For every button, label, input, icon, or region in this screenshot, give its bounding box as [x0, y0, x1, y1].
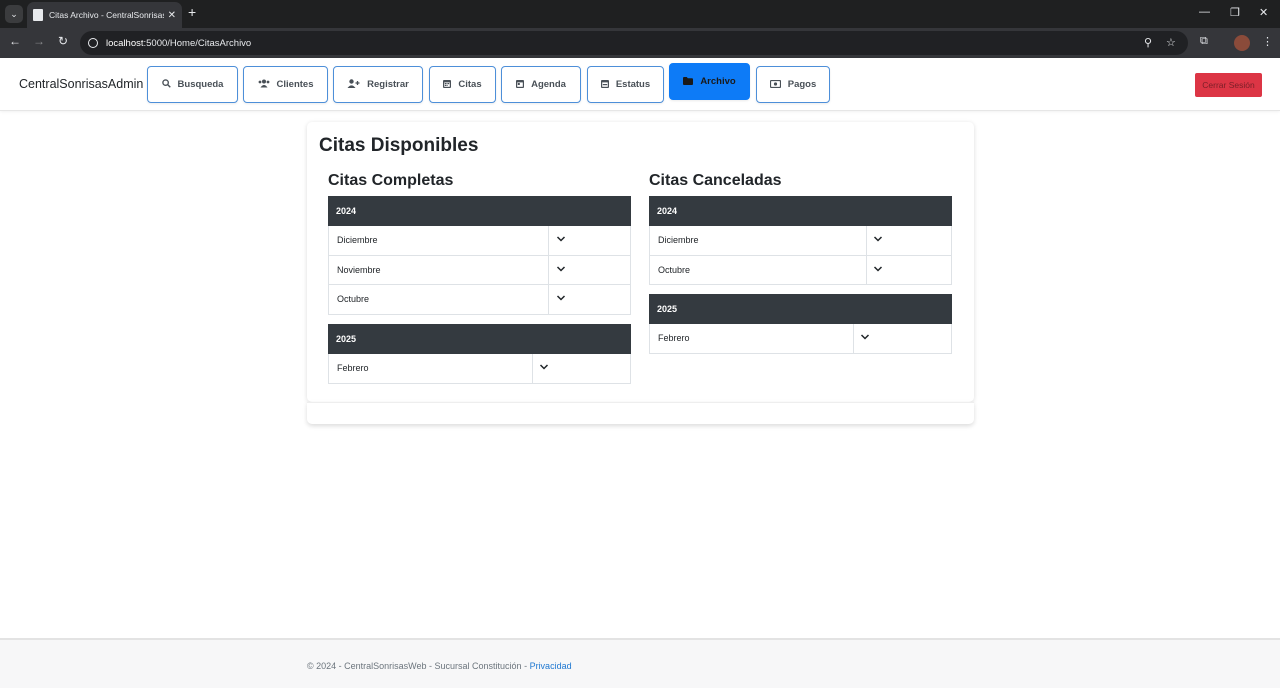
restore-icon[interactable]: ❐ — [1230, 6, 1240, 19]
extensions-icon[interactable]: ⧉ — [1200, 35, 1208, 48]
back-icon[interactable]: ← — [9, 34, 21, 48]
browser-tab[interactable]: Citas Archivo - CentralSonrisasWeb ✕ — [27, 2, 182, 28]
month-row[interactable]: Octubre — [649, 255, 952, 285]
users-icon — [258, 79, 270, 90]
month-label: Febrero — [658, 333, 690, 344]
logout-button[interactable]: Cerrar Sesión — [1195, 73, 1262, 97]
chevron-down-icon[interactable] — [556, 293, 566, 303]
url-text: localhost:5000/Home/CitasArchivo — [106, 37, 252, 49]
footer-copyright: © 2024 - CentralSonrisasWeb - Sucursal C… — [307, 661, 530, 671]
chevron-down-icon[interactable] — [873, 234, 883, 244]
search-icon — [161, 79, 171, 90]
calendar-icon — [443, 79, 452, 90]
month-row[interactable]: Octubre — [328, 285, 631, 315]
nav-citas-button[interactable]: Citas — [429, 66, 496, 103]
completed-year-table: 2025 Febrero — [328, 324, 631, 384]
month-label: Octubre — [658, 264, 691, 275]
bookmark-star-icon[interactable]: ☆ — [1166, 36, 1176, 49]
zoom-icon[interactable]: ⚲ — [1144, 36, 1152, 49]
cancelled-year-table: 2024 Diciembre Octubre — [649, 196, 952, 285]
nav-estatus-button[interactable]: Estatus — [587, 66, 664, 103]
reload-icon[interactable]: ↻ — [58, 34, 68, 48]
browser-tab-bar: ⌄ Citas Archivo - CentralSonrisasWeb ✕ +… — [0, 0, 1280, 28]
nav-clientes-label: Clientes — [276, 79, 314, 90]
nav-archivo-button[interactable]: Archivo — [669, 63, 750, 100]
nav-agenda-label: Agenda — [531, 79, 566, 90]
money-icon — [769, 79, 781, 90]
month-row[interactable]: Febrero — [328, 354, 631, 384]
nav-busqueda-button[interactable]: Busqueda — [147, 66, 238, 103]
nav-clientes-button[interactable]: Clientes — [243, 66, 328, 103]
footer-text: © 2024 - CentralSonrisasWeb - Sucursal C… — [307, 661, 572, 671]
privacy-link[interactable]: Privacidad — [530, 661, 572, 671]
month-row[interactable]: Febrero — [649, 324, 952, 354]
user-plus-icon — [347, 79, 360, 90]
month-label: Diciembre — [658, 235, 699, 246]
month-label: Noviembre — [337, 264, 381, 275]
chevron-down-icon[interactable] — [539, 362, 549, 372]
window-close-icon[interactable]: ✕ — [1259, 6, 1268, 19]
nav-pagos-label: Pagos — [787, 79, 817, 90]
completed-year-table: 2024 Diciembre Noviembre Octubre — [328, 196, 631, 315]
cancelled-section-title: Citas Canceladas — [649, 172, 782, 189]
calendar-day-icon — [516, 79, 525, 90]
tab-title: Citas Archivo - CentralSonrisasWeb — [49, 10, 164, 20]
tab-search-chevron-icon[interactable]: ⌄ — [5, 5, 23, 23]
month-label: Diciembre — [337, 235, 378, 246]
month-label: Octubre — [337, 294, 370, 305]
nav-archivo-label: Archivo — [700, 76, 736, 87]
folder-icon — [683, 76, 694, 87]
browser-toolbar: ← → ↻ localhost:5000/Home/CitasArchivo ⚲… — [0, 28, 1280, 58]
archive-card-footer — [307, 402, 974, 424]
month-row[interactable]: Noviembre — [328, 255, 631, 285]
completed-section-title: Citas Completas — [328, 172, 454, 189]
chevron-down-icon[interactable] — [873, 264, 883, 274]
calendar-check-icon — [600, 79, 609, 90]
year-header: 2025 — [328, 324, 631, 354]
cancelled-year-table: 2025 Febrero — [649, 294, 952, 354]
chevron-down-icon[interactable] — [556, 234, 566, 244]
month-row[interactable]: Diciembre — [649, 226, 952, 256]
nav-busqueda-label: Busqueda — [177, 79, 224, 90]
address-bar[interactable]: localhost:5000/Home/CitasArchivo ⚲ ☆ — [80, 31, 1188, 55]
new-tab-icon[interactable]: + — [188, 4, 196, 20]
nav-registrar-label: Registrar — [367, 79, 409, 90]
forward-icon[interactable]: → — [33, 34, 45, 48]
year-header: 2024 — [328, 196, 631, 226]
chevron-down-icon[interactable] — [556, 264, 566, 274]
nav-registrar-button[interactable]: Registrar — [333, 66, 423, 103]
nav-agenda-button[interactable]: Agenda — [501, 66, 581, 103]
year-header: 2024 — [649, 196, 952, 226]
page-title: Citas Disponibles — [319, 135, 479, 156]
year-header: 2025 — [649, 294, 952, 324]
month-row[interactable]: Diciembre — [328, 226, 631, 256]
page-footer: © 2024 - CentralSonrisasWeb - Sucursal C… — [0, 638, 1280, 688]
site-info-icon[interactable] — [88, 38, 98, 48]
nav-estatus-label: Estatus — [615, 79, 651, 90]
minimize-icon[interactable]: — — [1199, 6, 1210, 18]
brand-link[interactable]: CentralSonrisasAdmin — [19, 77, 143, 91]
browser-menu-icon[interactable]: ⋮ — [1262, 35, 1273, 48]
chevron-down-icon[interactable] — [860, 332, 870, 342]
tab-close-icon[interactable]: ✕ — [168, 10, 176, 21]
app-navbar: CentralSonrisasAdmin Busqueda Clientes R… — [0, 58, 1280, 111]
nav-pagos-button[interactable]: Pagos — [756, 66, 830, 103]
nav-citas-label: Citas — [458, 79, 482, 90]
page-favicon-icon — [33, 9, 43, 21]
profile-avatar[interactable] — [1234, 35, 1250, 51]
month-label: Febrero — [337, 363, 369, 374]
